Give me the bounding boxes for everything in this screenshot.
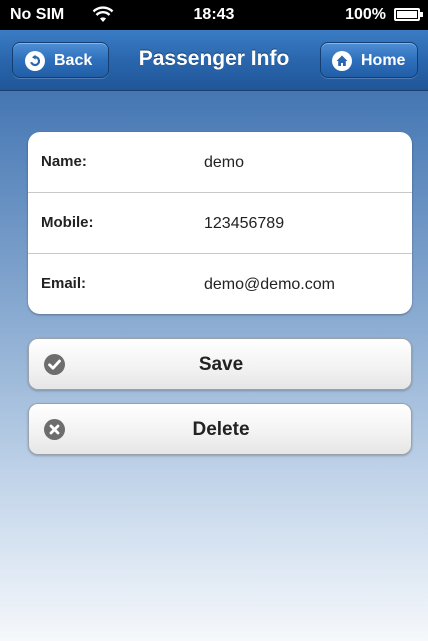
battery-icon: [394, 8, 423, 21]
email-row: Email: demo@demo.com: [28, 253, 412, 314]
name-label: Name:: [41, 153, 87, 170]
save-label: Save: [198, 354, 244, 375]
nav-bar: Back Passenger Info Home: [0, 30, 428, 91]
name-row: Name: demo: [28, 132, 412, 192]
passenger-info-card: Name: demo Mobile: 123456789 Email: demo…: [28, 132, 412, 314]
mobile-value[interactable]: 123456789: [204, 215, 284, 233]
battery-percent: 100%: [345, 6, 386, 23]
email-value[interactable]: demo@demo.com: [204, 276, 335, 294]
save-button[interactable]: Save: [28, 338, 412, 390]
mobile-label: Mobile:: [41, 214, 94, 231]
delete-button[interactable]: Delete: [28, 403, 412, 455]
home-icon: [332, 51, 352, 71]
delete-label: Delete: [192, 419, 250, 440]
email-label: Email:: [41, 275, 87, 292]
name-value[interactable]: demo: [204, 154, 244, 172]
status-bar: No SIM 18:43 100%: [0, 0, 428, 30]
mobile-row: Mobile: 123456789: [28, 192, 412, 254]
passenger-info-screen: No SIM 18:43 100% Back Passenger Info Ho…: [0, 0, 428, 641]
home-button[interactable]: Home: [320, 42, 418, 78]
home-label: Home: [361, 52, 406, 69]
